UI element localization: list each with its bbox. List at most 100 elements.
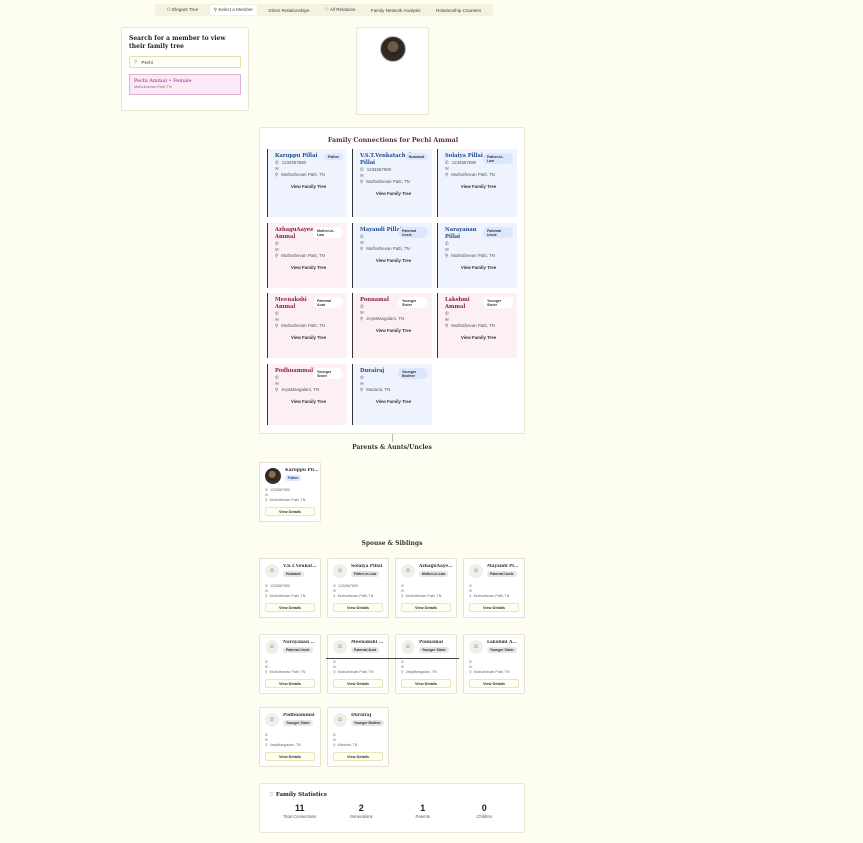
view-details-button[interactable]: View Details xyxy=(333,603,383,612)
divider xyxy=(326,658,459,659)
stat-label: Total Connections xyxy=(283,814,317,819)
stat-total-connections: 11 Total Connections xyxy=(270,803,330,819)
tab-select-member[interactable]: ⚲ Select a Member xyxy=(209,5,257,15)
member-name: Karuppu Pil... xyxy=(285,468,319,473)
stat-value: 11 xyxy=(294,803,305,813)
phone-icon: ✆ xyxy=(333,733,337,737)
parents-section-title: Parents & Aunts/Uncles xyxy=(352,444,432,451)
phone-icon: ✆ xyxy=(275,241,279,246)
location-row: ⚲ Muthuthevan Patti, TN xyxy=(333,670,383,675)
person-icon: ☺ xyxy=(401,564,415,578)
tab-relationship-counters[interactable]: Relationship Counters xyxy=(432,6,485,15)
view-details-button[interactable]: View Details xyxy=(265,752,315,761)
connection-card[interactable]: V.S.T.Venkatachalam Pillai Husband ✆ 123456… xyxy=(352,149,432,217)
search-input-value: Pechi xyxy=(141,59,153,65)
view-details-button[interactable]: View Details xyxy=(469,603,519,612)
view-family-tree-button[interactable]: View Family Tree xyxy=(360,189,427,198)
relation-badge: Paternal Uncle xyxy=(398,227,428,239)
top-tab-bar: ⚇ Elegant Tree ⚲ Select a Member Direct … xyxy=(155,4,493,16)
view-family-tree-button[interactable]: View Family Tree xyxy=(275,182,342,191)
phone-icon: ✆ xyxy=(275,375,279,380)
view-family-tree-button[interactable]: View Family Tree xyxy=(275,333,342,342)
location-value: Muthuthevan Patti, TN xyxy=(281,323,325,329)
view-family-tree-button[interactable]: View Family Tree xyxy=(445,263,512,272)
view-family-tree-button[interactable]: View Family Tree xyxy=(275,397,342,406)
location-row: ⚲ Muthuthevan Patti, TN xyxy=(333,594,383,599)
email-icon: ✉ xyxy=(360,240,364,246)
location-row: ⚲ Muthuthevan Patti, TN xyxy=(275,323,342,329)
location-row: ⚲ Muthuthevan Patti, TN xyxy=(469,670,519,675)
stat-label: Parents xyxy=(415,814,430,819)
phone-icon: ✆ xyxy=(360,304,364,309)
location-row: ⚲ Madurai, TN xyxy=(333,743,383,748)
relation-badge: Husband xyxy=(404,153,428,161)
view-details-button[interactable]: View Details xyxy=(265,603,315,612)
relation-badge: Paternal Aunt xyxy=(313,297,343,309)
location-row: ⚲ Muthuthevan Patti, TN xyxy=(265,498,315,503)
relation-badge: Paternal Uncle xyxy=(487,571,517,577)
relation-badge: Younger Brother xyxy=(398,368,428,380)
location-icon: ⚲ xyxy=(445,323,449,329)
connection-card[interactable]: Mayandi Pillai Paternal Uncle ✆ ✉ ⚲ Muthuthev… xyxy=(352,223,432,288)
view-details-button[interactable]: View Details xyxy=(333,679,383,688)
relation-badge: Father xyxy=(285,475,302,481)
view-details-button[interactable]: View Details xyxy=(401,603,451,612)
view-family-tree-button[interactable]: View Family Tree xyxy=(445,333,512,342)
view-family-tree-button[interactable]: View Family Tree xyxy=(445,182,512,191)
view-details-button[interactable]: View Details xyxy=(265,679,315,688)
relation-badge: Mother-in-Law xyxy=(419,571,449,577)
connection-card[interactable]: Podhuammal Younger Sister ✆ ✉ ⚲ JeyaMangalam,… xyxy=(267,364,347,425)
search-result-item[interactable]: Pechi Ammal • Female Muthuthevan Patti, … xyxy=(129,74,241,95)
location-value: Muthuthevan Patti, TN xyxy=(281,253,325,259)
view-details-button[interactable]: View Details xyxy=(333,752,383,761)
connection-card[interactable]: Lakshmi Ammal Younger Sister ✆ ✉ ⚲ Muthutheva… xyxy=(437,293,517,358)
view-family-tree-button[interactable]: View Family Tree xyxy=(275,263,342,272)
connection-card[interactable]: Ponnamal Younger Sister ✆ ✉ ⚲ JeyaMangalam, T… xyxy=(352,293,432,358)
heart-icon: ♡ xyxy=(324,7,329,12)
location-icon: ⚲ xyxy=(265,670,268,674)
connection-card[interactable]: Solaiya Pillai Father-in-Law ✆ 1234567890 ✉ ⚲… xyxy=(437,149,517,217)
member-name: V.S.T.Venkatachalam Pillai xyxy=(360,153,420,166)
tab-direct-relationships[interactable]: Direct Relationships xyxy=(264,6,313,15)
location-value: Muthuthevan Patti, TN xyxy=(337,594,374,598)
location-value: Muthuthevan Patti, TN xyxy=(269,498,306,502)
person-icon: ☺ xyxy=(265,713,279,727)
view-family-tree-button[interactable]: View Family Tree xyxy=(360,256,427,265)
phone-icon: ✆ xyxy=(333,660,337,664)
connection-card[interactable]: Narayanan Pillai Paternal Uncle ✆ ✉ ⚲ Muthuth… xyxy=(437,223,517,288)
card-header: ☺ Podhuammal Younger Sister xyxy=(265,713,315,733)
relation-badge: Paternal Uncle xyxy=(483,227,513,239)
phone-icon: ✆ xyxy=(360,234,364,239)
email-icon: ✉ xyxy=(469,589,473,593)
email-icon: ✉ xyxy=(445,317,449,323)
view-details-button[interactable]: View Details xyxy=(265,507,315,516)
tab-elegant-tree[interactable]: ⚇ Elegant Tree xyxy=(163,5,202,15)
siblings-section-title: Spouse & Siblings xyxy=(361,540,423,547)
avatar xyxy=(380,36,406,62)
location-row: ⚲ Muthuthevan Patti, TN xyxy=(275,253,342,259)
tab-family-network-analysis[interactable]: Family Network Analysis xyxy=(367,6,425,15)
phone-icon: ✆ xyxy=(445,311,449,316)
phone-icon: ✆ xyxy=(275,311,279,316)
view-details-button[interactable]: View Details xyxy=(469,679,519,688)
stats-title: Family Statistics xyxy=(275,792,328,798)
view-family-tree-button[interactable]: View Family Tree xyxy=(360,326,427,335)
email-icon: ✉ xyxy=(401,665,405,669)
location-icon: ⚲ xyxy=(360,179,364,185)
view-details-button[interactable]: View Details xyxy=(401,679,451,688)
connection-card[interactable]: Meenakshi Ammal Paternal Aunt ✆ ✉ ⚲ Muthuthev… xyxy=(267,293,347,358)
connection-card[interactable]: Karuppu Pillai Father ✆ 1234567890 ✉ ⚲ Muthuth… xyxy=(267,149,347,217)
member-name: Solaiya Pillai xyxy=(351,564,383,569)
connection-card[interactable]: AzhaguAayee Ammal Mother-in-Law ✆ ✉ ⚲ Muthuth… xyxy=(267,223,347,288)
member-name: Narayanan ... xyxy=(283,640,316,645)
search-icon: ⚲ xyxy=(134,59,138,64)
person-icon: ☺ xyxy=(265,640,279,654)
card-info: V.S.T.Venkat... Husband xyxy=(283,564,319,577)
phone-icon: ✆ xyxy=(360,375,364,380)
search-input[interactable]: ⚲ Pechi xyxy=(129,56,241,68)
member-card: ☺ Ponnamal Younger Sister ✆ ✉ ⚲ JeyaMangalam, … xyxy=(395,634,457,694)
connection-card[interactable]: Durairaj Younger Brother ✆ ✉ ⚲ Madurai, TN Vie… xyxy=(352,364,432,425)
tab-all-relations[interactable]: ♡ All Relations xyxy=(321,5,360,15)
phone-value: 1234567890 xyxy=(366,167,392,172)
view-family-tree-button[interactable]: View Family Tree xyxy=(360,397,427,406)
